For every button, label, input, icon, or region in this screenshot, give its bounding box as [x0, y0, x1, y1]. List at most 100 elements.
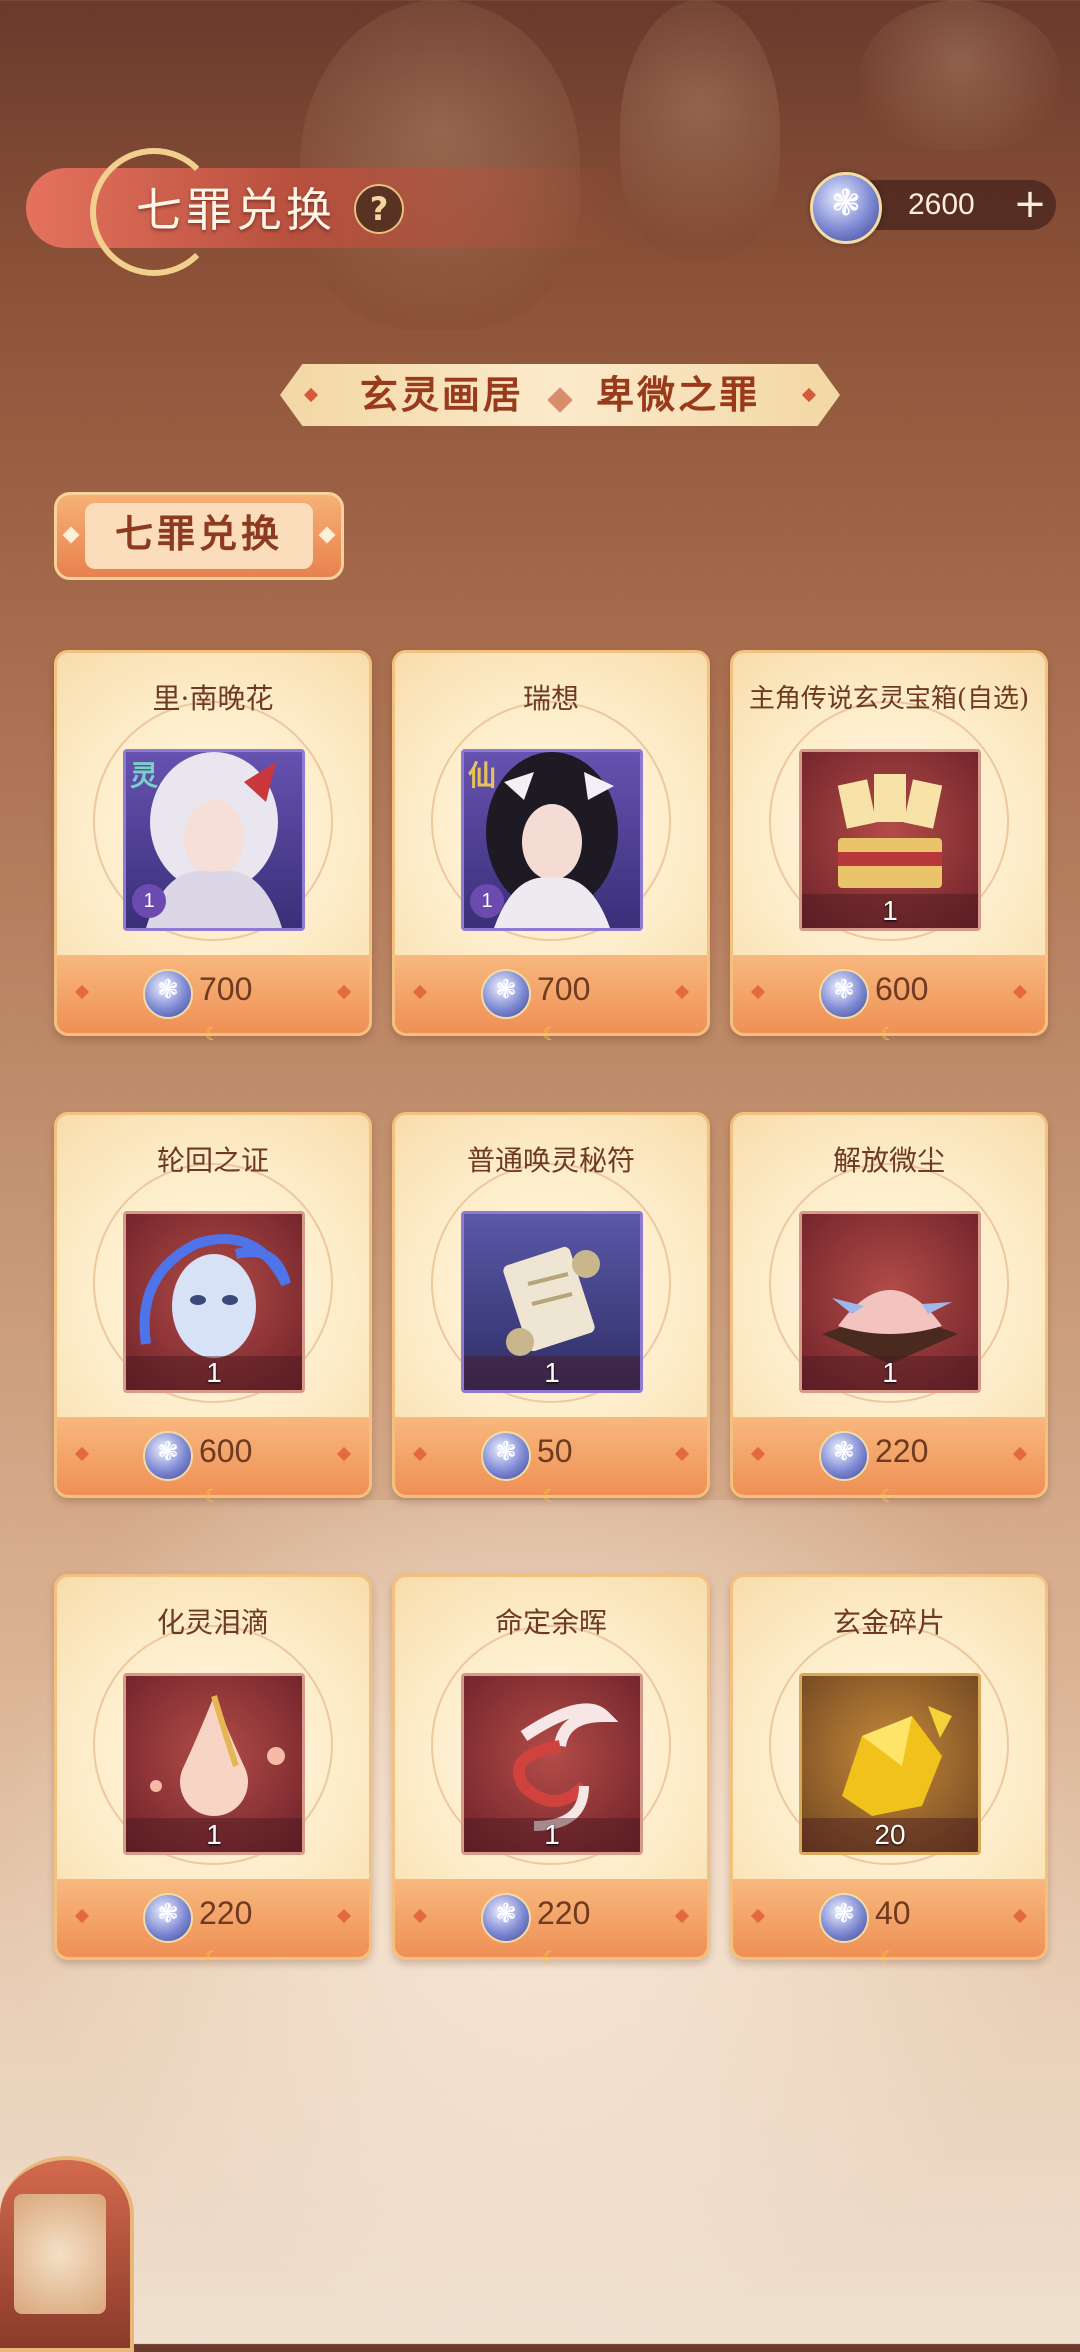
lantern-window-icon: [14, 2194, 106, 2314]
card-body: 命定余晖 1 220: [392, 1574, 710, 1960]
item-price: 220: [875, 1433, 929, 1469]
card-footer: 700: [57, 955, 369, 1033]
help-button[interactable]: ?: [354, 184, 404, 234]
price-coin-icon: [819, 1431, 869, 1481]
currency-amount: 2600: [908, 188, 975, 221]
footer-dot-left: [74, 1908, 90, 1924]
character-portrait-icon: 仙 1: [461, 749, 643, 931]
footer-dot-left: [412, 1908, 428, 1924]
item-price: 50: [537, 1433, 573, 1469]
footer-dot-right: [1012, 1908, 1028, 1924]
item-quantity: 20: [802, 1818, 978, 1852]
treasure-chest-icon: 1: [799, 749, 981, 931]
price-coin-icon: [143, 1893, 193, 1943]
card-body: 普通唤灵秘符 1 50: [392, 1112, 710, 1498]
item-price: 700: [199, 971, 253, 1007]
banner-dot-right: [801, 387, 817, 403]
card-footer: 600: [57, 1417, 369, 1495]
item-price: 220: [199, 1895, 253, 1931]
price-coin-icon: [143, 1431, 193, 1481]
character-portrait-icon: 灵 1: [123, 749, 305, 931]
card-footer: 600: [733, 955, 1045, 1033]
footer-dot-right: [674, 984, 690, 1000]
card-body: 解放微尘 1 220: [730, 1112, 1048, 1498]
exchange-card[interactable]: 瑞想 仙 1 700 ☾: [392, 650, 710, 1045]
lantern-shortcut-button[interactable]: [0, 2156, 134, 2352]
item-name: 瑞想: [522, 682, 579, 715]
swirl-icon: 1: [461, 1673, 643, 1855]
tab-dot-left: [62, 526, 80, 544]
footer-dot-left: [750, 1908, 766, 1924]
lantern-decoration: [860, 0, 1060, 150]
banner-right-label: 卑微之罪: [596, 372, 761, 417]
footer-dot-left: [412, 1446, 428, 1462]
item-quantity: 1: [802, 1356, 978, 1390]
card-footer: 40: [733, 1879, 1045, 1957]
footer-dot-right: [336, 1908, 352, 1924]
item-quantity-badge: 1: [470, 884, 504, 918]
exchange-card[interactable]: 玄金碎片 20 40 ☾: [730, 1574, 1048, 1969]
item-price: 600: [199, 1433, 253, 1469]
exchange-card[interactable]: 化灵泪滴 1 220 ☾: [54, 1574, 372, 1969]
card-moon-icon: ☾: [204, 1024, 221, 1045]
exchange-card[interactable]: 解放微尘 1 220 ☾: [730, 1112, 1048, 1507]
item-price: 600: [875, 971, 929, 1007]
section-tab-label: 七罪兑换: [85, 503, 313, 569]
exchange-card[interactable]: 里·南晚花 灵 1 700 ☾: [54, 650, 372, 1045]
exchange-card[interactable]: 主角传说玄灵宝箱(自选) 1 600 ☾: [730, 650, 1048, 1045]
item-price: 220: [537, 1895, 591, 1931]
item-name: 命定余晖: [494, 1606, 607, 1639]
footer-dot-right: [674, 1908, 690, 1924]
banner-dot-left: [303, 387, 319, 403]
card-moon-icon: ☾: [880, 1486, 897, 1507]
exchange-card[interactable]: 普通唤灵秘符 1 50 ☾: [392, 1112, 710, 1507]
item-price: 40: [875, 1895, 911, 1931]
card-body: 玄金碎片 20 40: [730, 1574, 1048, 1960]
card-body: 里·南晚花 灵 1 700: [54, 650, 372, 1036]
exchange-card[interactable]: 轮回之证 1 600 ☾: [54, 1112, 372, 1507]
lantern-decoration: [620, 0, 780, 260]
price-coin-icon: [481, 1893, 531, 1943]
card-moon-icon: ☾: [542, 1024, 559, 1045]
exchange-card[interactable]: 命定余晖 1 220 ☾: [392, 1574, 710, 1969]
footer-dot-left: [412, 984, 428, 1000]
banner-divider-icon: [547, 386, 573, 413]
item-name: 化灵泪滴: [156, 1606, 269, 1639]
card-moon-icon: ☾: [880, 1948, 897, 1969]
teardrop-icon: 1: [123, 1673, 305, 1855]
spirit-coin-icon: [810, 172, 882, 244]
item-quantity: 1: [464, 1356, 640, 1390]
card-footer: 220: [57, 1879, 369, 1957]
price-coin-icon: [481, 969, 531, 1019]
item-quantity: 1: [802, 894, 978, 928]
card-body: 化灵泪滴 1 220: [54, 1574, 372, 1960]
card-moon-icon: ☾: [204, 1948, 221, 1969]
scroll-icon: 1: [461, 1211, 643, 1393]
card-footer: 700: [395, 955, 707, 1033]
price-coin-icon: [143, 969, 193, 1019]
faction-tag: 仙: [468, 759, 497, 792]
card-footer: 220: [395, 1879, 707, 1957]
page-title: 七罪兑换: [136, 183, 336, 237]
section-tab-exchange[interactable]: 七罪兑换: [54, 492, 344, 580]
card-moon-icon: ☾: [542, 1948, 559, 1969]
footer-dot-right: [1012, 984, 1028, 1000]
item-name: 普通唤灵秘符: [466, 1144, 635, 1177]
card-moon-icon: ☾: [880, 1024, 897, 1045]
card-body: 轮回之证 1 600: [54, 1112, 372, 1498]
item-quantity-badge: 1: [132, 884, 166, 918]
item-name: 轮回之证: [156, 1144, 269, 1177]
item-quantity: 1: [126, 1356, 302, 1390]
footer-dot-left: [750, 984, 766, 1000]
card-body: 瑞想 仙 1 700: [392, 650, 710, 1036]
item-name: 主角传说玄灵宝箱(自选): [748, 684, 1030, 714]
price-coin-icon: [819, 969, 869, 1019]
item-name: 里·南晚花: [152, 682, 274, 715]
item-price: 700: [537, 971, 591, 1007]
card-body: 主角传说玄灵宝箱(自选) 1 600: [730, 650, 1048, 1036]
footer-dot-right: [336, 984, 352, 1000]
location-banner: 玄灵画居 卑微之罪: [280, 364, 840, 426]
add-currency-button[interactable]: +: [1008, 184, 1052, 228]
card-footer: 220: [733, 1417, 1045, 1495]
mask-icon: 1: [123, 1211, 305, 1393]
